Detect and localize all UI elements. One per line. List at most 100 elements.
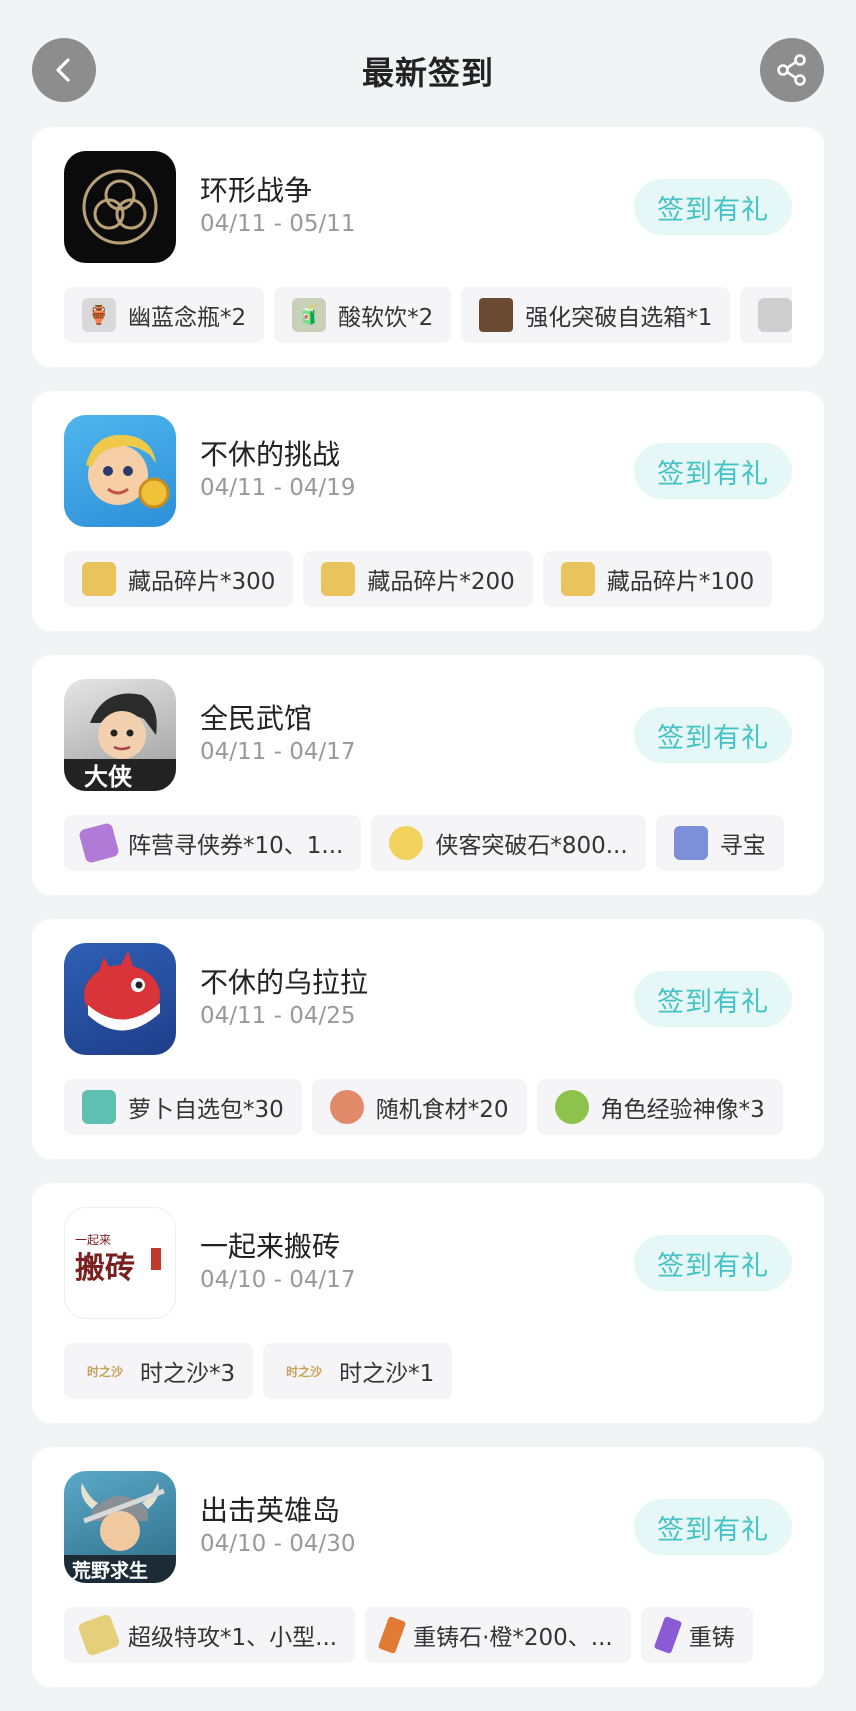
reward-label: 寻宝 <box>719 833 766 859</box>
purple-crystal-icon <box>653 1615 683 1655</box>
reward-list: 时之沙 时之沙*3 时之沙 时之沙*1 <box>64 1343 792 1399</box>
reward-item[interactable]: 藏品碎片*100 <box>542 551 773 607</box>
meat-icon <box>329 1090 364 1124</box>
character-avatar-icon <box>86 434 170 509</box>
game-name: 一起来搬砖 <box>200 1230 341 1263</box>
reward-item[interactable]: 萝卜自选包*30 <box>64 1079 302 1135</box>
fragment-icon <box>82 562 116 596</box>
reward-item[interactable] <box>740 287 792 343</box>
game-card[interactable]: 不休的挑战 04/11 - 04/19 签到有礼 藏品碎片*300 藏品碎片*2… <box>32 391 824 631</box>
checkin-reward-button[interactable]: 签到有礼 <box>634 707 792 763</box>
reward-item[interactable]: 寻宝 <box>655 815 784 871</box>
share-icon <box>777 54 806 86</box>
reward-label: 时之沙*1 <box>339 1361 435 1387</box>
checkin-reward-button[interactable]: 签到有礼 <box>634 443 792 499</box>
reward-label: 角色经验神像*3 <box>600 1097 765 1123</box>
game-card[interactable]: 荒野求生 出击英雄岛 04/10 - 04/30 签到有礼 超级特攻*1、小型.… <box>32 1447 824 1687</box>
game-name: 不休的挑战 <box>200 438 341 471</box>
game-date: 04/10 - 04/30 <box>200 1531 356 1557</box>
reward-list: 🏺 幽蓝念瓶*2 🧃 酸软饮*2 强化突破自选箱*1 <box>64 287 792 343</box>
reward-label: 强化突破自选箱*1 <box>525 305 713 331</box>
sand-icon: 时之沙 <box>86 1364 123 1379</box>
reward-item[interactable]: 阵营寻侠券*10、1... <box>64 815 362 871</box>
reward-label: 幽蓝念瓶*2 <box>128 305 247 331</box>
reward-label: 藏品碎片*300 <box>128 569 276 595</box>
reward-item[interactable]: 随机食材*20 <box>311 1079 527 1135</box>
bottle-icon: 🏺 <box>82 298 116 332</box>
ring-logo-icon <box>82 169 158 245</box>
checkin-reward-button[interactable]: 签到有礼 <box>634 1235 792 1291</box>
reward-list: 超级特攻*1、小型... 重铸石·橙*200、... 重铸 <box>64 1607 792 1663</box>
reward-item[interactable]: 🏺 幽蓝念瓶*2 <box>64 287 265 343</box>
game-icon-move-bricks[interactable]: 一起来 搬砖 <box>64 1207 176 1319</box>
reward-list: 萝卜自选包*30 随机食材*20 角色经验神像*3 <box>64 1079 792 1135</box>
game-date: 04/11 - 05/11 <box>200 211 356 237</box>
game-date: 04/11 - 04/17 <box>200 739 356 765</box>
reward-label: 侠客突破石*800... <box>435 833 628 859</box>
reward-item[interactable]: 强化突破自选箱*1 <box>461 287 731 343</box>
svg-text:荒野求生: 荒野求生 <box>72 1559 148 1582</box>
fragment-icon <box>321 562 356 596</box>
fragment-icon <box>560 562 595 596</box>
page-title: 最新签到 <box>361 54 494 92</box>
game-name: 出击英雄岛 <box>200 1494 341 1527</box>
ticket-icon <box>78 822 120 864</box>
viking-avatar-icon: 荒野求生 <box>64 1483 176 1583</box>
reward-label: 萝卜自选包*30 <box>128 1097 284 1123</box>
game-name: 环形战争 <box>200 174 313 207</box>
reward-item[interactable]: 重铸石·橙*200、... <box>365 1607 631 1663</box>
checkin-reward-button[interactable]: 签到有礼 <box>634 971 792 1027</box>
sand-icon: 时之沙 <box>286 1364 323 1379</box>
reward-label: 藏品碎片*100 <box>606 569 755 595</box>
reward-list: 阵营寻侠券*10、1... 侠客突破石*800... 寻宝 <box>64 815 792 871</box>
reward-item[interactable]: 藏品碎片*200 <box>303 551 533 607</box>
reward-label: 重铸 <box>688 1625 735 1651</box>
reward-label: 阵营寻侠券*10、1... <box>128 833 344 859</box>
calligraphy-logo-icon: 一起来 搬砖 <box>75 1233 161 1286</box>
statue-icon <box>554 1090 589 1124</box>
scroll-icon <box>77 1613 121 1657</box>
svg-text:一起来: 一起来 <box>75 1233 111 1247</box>
checkin-reward-button[interactable]: 签到有礼 <box>634 1499 792 1555</box>
stone-icon <box>389 826 424 860</box>
game-date: 04/11 - 04/19 <box>200 475 356 501</box>
reward-item[interactable]: 重铸 <box>640 1607 753 1663</box>
game-card[interactable]: 一起来 搬砖 一起来搬砖 04/10 - 04/17 签到有礼 时之沙 时之沙*… <box>32 1183 824 1423</box>
reward-item[interactable]: 超级特攻*1、小型... <box>64 1607 356 1663</box>
hero-avatar-icon: 大侠 <box>64 693 176 791</box>
treasure-icon <box>673 826 708 860</box>
reward-label: 随机食材*20 <box>375 1097 509 1123</box>
game-icon-hero-island[interactable]: 荒野求生 <box>64 1471 176 1583</box>
game-card[interactable]: 不休的乌拉拉 04/11 - 04/25 签到有礼 萝卜自选包*30 随机食材*… <box>32 919 824 1159</box>
game-card[interactable]: 环形战争 04/11 - 05/11 签到有礼 🏺 幽蓝念瓶*2 🧃 酸软饮*2… <box>32 127 824 367</box>
reward-list: 藏品碎片*300 藏品碎片*200 藏品碎片*100 <box>64 551 792 607</box>
reward-item[interactable]: 时之沙 时之沙*3 <box>64 1343 254 1399</box>
chest-icon <box>479 298 514 332</box>
reward-label: 重铸石·橙*200、... <box>413 1625 613 1651</box>
reward-item[interactable]: 侠客突破石*800... <box>371 815 646 871</box>
drink-icon: 🧃 <box>292 298 327 332</box>
game-icon-martial-hall[interactable]: 大侠 <box>64 679 176 791</box>
reward-label: 藏品碎片*200 <box>367 569 515 595</box>
checkin-reward-button[interactable]: 签到有礼 <box>634 179 792 235</box>
game-date: 04/10 - 04/17 <box>200 1267 356 1293</box>
share-button[interactable] <box>760 38 824 102</box>
reward-item[interactable]: 🧃 酸软饮*2 <box>274 287 452 343</box>
dragon-avatar-icon <box>84 951 160 1031</box>
header: 最新签到 <box>0 0 856 128</box>
reward-label: 酸软饮*2 <box>338 305 434 331</box>
reward-item[interactable]: 藏品碎片*300 <box>64 551 294 607</box>
game-icon-ulala[interactable] <box>64 943 176 1055</box>
orange-crystal-icon <box>377 1615 407 1655</box>
carrot-pack-icon <box>82 1090 116 1124</box>
reward-item[interactable]: 时之沙 时之沙*1 <box>263 1343 453 1399</box>
reward-label: 时之沙*3 <box>140 1361 236 1387</box>
reward-label: 超级特攻*1、小型... <box>128 1625 338 1651</box>
game-card[interactable]: 大侠 全民武馆 04/11 - 04/17 签到有礼 阵营寻侠券*10、1...… <box>32 655 824 895</box>
reward-item[interactable]: 角色经验神像*3 <box>536 1079 783 1135</box>
game-date: 04/11 - 04/25 <box>200 1003 356 1029</box>
game-icon-ring-war[interactable] <box>64 151 176 263</box>
svg-text:大侠: 大侠 <box>84 763 133 791</box>
game-icon-endless-challenge[interactable] <box>64 415 176 527</box>
game-name: 全民武馆 <box>200 702 313 735</box>
